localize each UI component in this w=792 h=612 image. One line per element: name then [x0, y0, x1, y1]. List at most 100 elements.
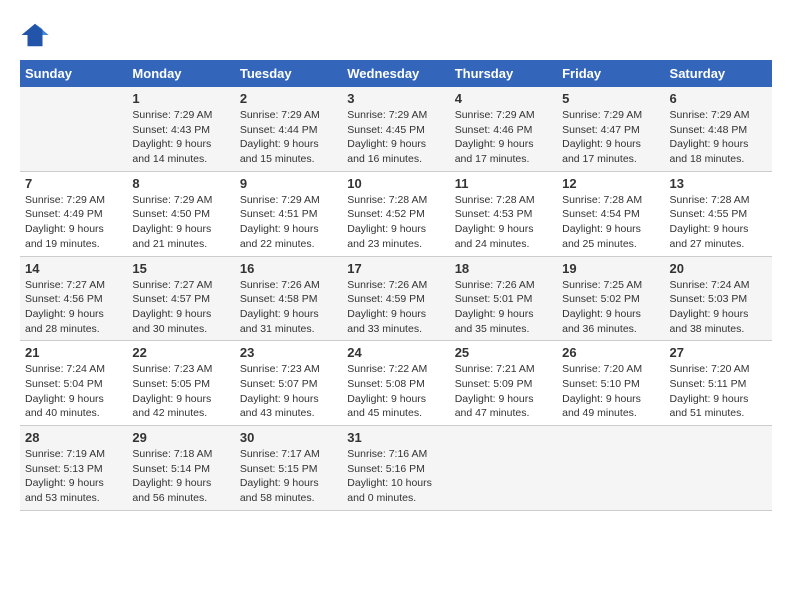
calendar-cell: 14Sunrise: 7:27 AM Sunset: 4:56 PM Dayli… — [20, 256, 127, 341]
calendar-cell: 21 Sunrise: 7:24 AM Sunset: 5:04 PM Dayli… — [20, 341, 127, 426]
calendar-cell: 9 Sunrise: 7:29 AM Sunset: 4:51 PM Daylig… — [235, 171, 342, 256]
day-info: Sunrise: 7:16 AM Sunset: 5:16 PM Dayligh… — [347, 447, 444, 506]
day-info: Sunrise: 7:29 AM Sunset: 4:47 PM Dayligh… — [562, 108, 659, 167]
weekday-header-monday: Monday — [127, 60, 234, 87]
calendar-cell: 20 Sunrise: 7:24 AM Sunset: 5:03 PM Dayli… — [665, 256, 772, 341]
calendar-cell: 4 Sunrise: 7:29 AM Sunset: 4:46 PM Daylig… — [450, 87, 557, 171]
calendar-week-row: 28 Sunrise: 7:19 AM Sunset: 5:13 PM Dayli… — [20, 426, 772, 511]
calendar-cell: 28 Sunrise: 7:19 AM Sunset: 5:13 PM Dayli… — [20, 426, 127, 511]
day-number: 17 — [347, 261, 444, 276]
calendar-week-row: 21 Sunrise: 7:24 AM Sunset: 5:04 PM Dayli… — [20, 341, 772, 426]
weekday-header-row: SundayMondayTuesdayWednesdayThursdayFrid… — [20, 60, 772, 87]
calendar-cell: 7 Sunrise: 7:29 AM Sunset: 4:49 PM Daylig… — [20, 171, 127, 256]
calendar-cell: 18Sunrise: 7:26 AM Sunset: 5:01 PM Dayli… — [450, 256, 557, 341]
day-number: 2 — [240, 91, 337, 106]
day-number: 8 — [132, 176, 229, 191]
calendar-cell: 15 Sunrise: 7:27 AM Sunset: 4:57 PM Dayli… — [127, 256, 234, 341]
day-info: Sunrise: 7:29 AM Sunset: 4:49 PM Dayligh… — [25, 193, 122, 252]
day-info: Sunrise: 7:26 AM Sunset: 5:01 PM Dayligh… — [455, 278, 552, 337]
day-info: Sunrise: 7:29 AM Sunset: 4:48 PM Dayligh… — [670, 108, 767, 167]
day-info: Sunrise: 7:28 AM Sunset: 4:52 PM Dayligh… — [347, 193, 444, 252]
day-info: Sunrise: 7:24 AM Sunset: 5:04 PM Dayligh… — [25, 362, 122, 421]
day-info: Sunrise: 7:22 AM Sunset: 5:08 PM Dayligh… — [347, 362, 444, 421]
weekday-header-thursday: Thursday — [450, 60, 557, 87]
day-info: Sunrise: 7:19 AM Sunset: 5:13 PM Dayligh… — [25, 447, 122, 506]
calendar-cell: 16Sunrise: 7:26 AM Sunset: 4:58 PM Dayli… — [235, 256, 342, 341]
day-info: Sunrise: 7:23 AM Sunset: 5:07 PM Dayligh… — [240, 362, 337, 421]
calendar-week-row: 1Sunrise: 7:29 AM Sunset: 4:43 PM Daylig… — [20, 87, 772, 171]
calendar-cell — [20, 87, 127, 171]
calendar-cell: 6 Sunrise: 7:29 AM Sunset: 4:48 PM Daylig… — [665, 87, 772, 171]
page-header — [20, 20, 772, 50]
day-number: 23 — [240, 345, 337, 360]
day-number: 11 — [455, 176, 552, 191]
weekday-header-saturday: Saturday — [665, 60, 772, 87]
day-info: Sunrise: 7:20 AM Sunset: 5:11 PM Dayligh… — [670, 362, 767, 421]
calendar-cell: 3Sunrise: 7:29 AM Sunset: 4:45 PM Daylig… — [342, 87, 449, 171]
calendar-cell: 29 Sunrise: 7:18 AM Sunset: 5:14 PM Dayli… — [127, 426, 234, 511]
day-number: 26 — [562, 345, 659, 360]
day-info: Sunrise: 7:21 AM Sunset: 5:09 PM Dayligh… — [455, 362, 552, 421]
day-number: 9 — [240, 176, 337, 191]
day-info: Sunrise: 7:24 AM Sunset: 5:03 PM Dayligh… — [670, 278, 767, 337]
day-number: 25 — [455, 345, 552, 360]
day-number: 20 — [670, 261, 767, 276]
day-number: 29 — [132, 430, 229, 445]
calendar-cell: 11 Sunrise: 7:28 AM Sunset: 4:53 PM Dayli… — [450, 171, 557, 256]
day-number: 7 — [25, 176, 122, 191]
day-number: 10 — [347, 176, 444, 191]
day-info: Sunrise: 7:28 AM Sunset: 4:53 PM Dayligh… — [455, 193, 552, 252]
day-info: Sunrise: 7:18 AM Sunset: 5:14 PM Dayligh… — [132, 447, 229, 506]
weekday-header-sunday: Sunday — [20, 60, 127, 87]
day-info: Sunrise: 7:28 AM Sunset: 4:55 PM Dayligh… — [670, 193, 767, 252]
day-number: 24 — [347, 345, 444, 360]
calendar-cell — [665, 426, 772, 511]
calendar-cell: 19 Sunrise: 7:25 AM Sunset: 5:02 PM Dayli… — [557, 256, 664, 341]
calendar-cell: 12 Sunrise: 7:28 AM Sunset: 4:54 PM Dayli… — [557, 171, 664, 256]
day-number: 21 — [25, 345, 122, 360]
logo — [20, 20, 52, 50]
calendar-cell: 31 Sunrise: 7:16 AM Sunset: 5:16 PM Dayli… — [342, 426, 449, 511]
calendar-cell: 2 Sunrise: 7:29 AM Sunset: 4:44 PM Daylig… — [235, 87, 342, 171]
day-number: 4 — [455, 91, 552, 106]
day-info: Sunrise: 7:29 AM Sunset: 4:50 PM Dayligh… — [132, 193, 229, 252]
day-info: Sunrise: 7:29 AM Sunset: 4:43 PM Dayligh… — [132, 108, 229, 167]
day-info: Sunrise: 7:28 AM Sunset: 4:54 PM Dayligh… — [562, 193, 659, 252]
day-number: 6 — [670, 91, 767, 106]
day-info: Sunrise: 7:20 AM Sunset: 5:10 PM Dayligh… — [562, 362, 659, 421]
day-info: Sunrise: 7:27 AM Sunset: 4:57 PM Dayligh… — [132, 278, 229, 337]
day-number: 22 — [132, 345, 229, 360]
day-info: Sunrise: 7:29 AM Sunset: 4:46 PM Dayligh… — [455, 108, 552, 167]
day-number: 13 — [670, 176, 767, 191]
day-number: 31 — [347, 430, 444, 445]
calendar-cell: 13 Sunrise: 7:28 AM Sunset: 4:55 PM Dayli… — [665, 171, 772, 256]
day-info: Sunrise: 7:26 AM Sunset: 4:59 PM Dayligh… — [347, 278, 444, 337]
day-info: Sunrise: 7:29 AM Sunset: 4:44 PM Dayligh… — [240, 108, 337, 167]
weekday-header-friday: Friday — [557, 60, 664, 87]
calendar-cell: 25 Sunrise: 7:21 AM Sunset: 5:09 PM Dayli… — [450, 341, 557, 426]
day-number: 12 — [562, 176, 659, 191]
day-info: Sunrise: 7:25 AM Sunset: 5:02 PM Dayligh… — [562, 278, 659, 337]
day-number: 28 — [25, 430, 122, 445]
calendar-cell: 10 Sunrise: 7:28 AM Sunset: 4:52 PM Dayli… — [342, 171, 449, 256]
calendar-cell: 8 Sunrise: 7:29 AM Sunset: 4:50 PM Daylig… — [127, 171, 234, 256]
calendar-cell: 5Sunrise: 7:29 AM Sunset: 4:47 PM Daylig… — [557, 87, 664, 171]
calendar-cell: 23 Sunrise: 7:23 AM Sunset: 5:07 PM Dayli… — [235, 341, 342, 426]
day-info: Sunrise: 7:17 AM Sunset: 5:15 PM Dayligh… — [240, 447, 337, 506]
day-number: 16 — [240, 261, 337, 276]
day-number: 15 — [132, 261, 229, 276]
calendar-cell: 22Sunrise: 7:23 AM Sunset: 5:05 PM Dayli… — [127, 341, 234, 426]
day-number: 30 — [240, 430, 337, 445]
day-info: Sunrise: 7:27 AM Sunset: 4:56 PM Dayligh… — [25, 278, 122, 337]
calendar-cell: 17 Sunrise: 7:26 AM Sunset: 4:59 PM Dayli… — [342, 256, 449, 341]
logo-icon — [20, 20, 50, 50]
weekday-header-wednesday: Wednesday — [342, 60, 449, 87]
calendar-cell — [450, 426, 557, 511]
calendar-week-row: 7 Sunrise: 7:29 AM Sunset: 4:49 PM Daylig… — [20, 171, 772, 256]
day-number: 3 — [347, 91, 444, 106]
calendar-cell — [557, 426, 664, 511]
calendar-cell: 27 Sunrise: 7:20 AM Sunset: 5:11 PM Dayli… — [665, 341, 772, 426]
day-number: 19 — [562, 261, 659, 276]
day-info: Sunrise: 7:29 AM Sunset: 4:51 PM Dayligh… — [240, 193, 337, 252]
day-number: 27 — [670, 345, 767, 360]
